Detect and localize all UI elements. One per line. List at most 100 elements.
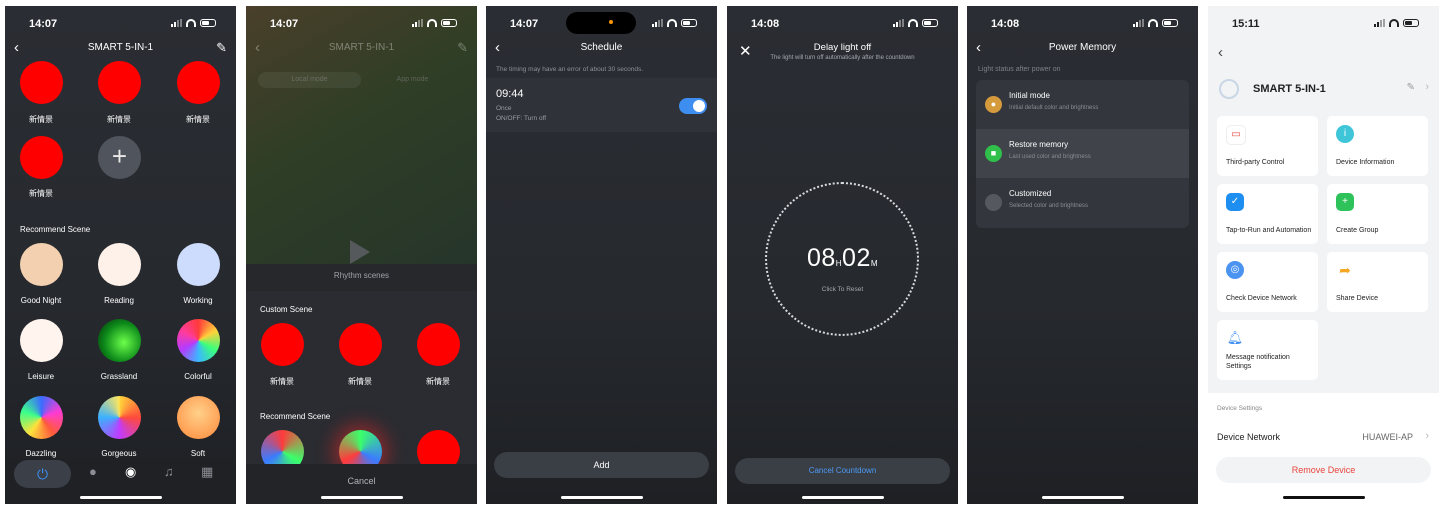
status-time: 14:07	[270, 18, 299, 30]
timing-note: The timing may have an error of about 30…	[496, 66, 644, 73]
share-device-card[interactable]: ➦ Share Device	[1327, 252, 1428, 312]
schedule-time: 09:44	[496, 88, 524, 100]
tap-to-run-card[interactable]: ✓ Tap-to-Run and Automation	[1217, 184, 1318, 244]
scene-swatch[interactable]	[177, 243, 220, 286]
page-subtitle: The light will turn off automatically af…	[770, 55, 915, 61]
scene-screen: 14:07 ‹ SMART 5-IN-1 ✎ 新情景 新情景 新情景 新情景 +…	[5, 6, 236, 504]
option-initial-mode[interactable]: ● Initial mode Initial default color and…	[976, 80, 1189, 129]
status-time: 14:07	[510, 18, 539, 30]
back-icon[interactable]: ‹	[976, 39, 981, 57]
option-customized[interactable]: Customized Selected color and brightness	[976, 178, 1189, 227]
bulb-icon[interactable]: ●	[89, 464, 97, 479]
battery-icon	[441, 19, 457, 27]
scene-label: 新情景	[426, 377, 450, 386]
message-notification-card[interactable]: 🔔︎ Message notification Settings	[1217, 320, 1318, 380]
wifi-icon	[186, 19, 196, 27]
rhythm-label: Rhythm scenes	[333, 271, 390, 280]
wifi-icon	[1389, 19, 1399, 27]
status-bar: 14:07	[246, 18, 477, 32]
scene-swatch[interactable]	[261, 323, 304, 366]
scene-label: Good Night	[20, 296, 62, 305]
section-title: Recommend Scene	[260, 412, 331, 421]
add-button[interactable]: Add	[494, 452, 709, 478]
add-scene-button[interactable]: +	[98, 136, 141, 179]
tab-app-mode[interactable]: App mode	[361, 72, 464, 88]
back-icon[interactable]: ‹	[495, 39, 500, 57]
schedule-action: ON/OFF: Turn off	[496, 115, 547, 122]
scene-swatch[interactable]	[20, 319, 63, 362]
play-icon[interactable]	[350, 240, 370, 264]
battery-icon	[1403, 19, 1419, 27]
remove-device-button[interactable]: Remove Device	[1216, 457, 1431, 483]
option-subtitle: Selected color and brightness	[1009, 203, 1089, 209]
scene-swatch[interactable]	[98, 396, 141, 439]
status-bar: 14:07	[486, 12, 717, 34]
device-information-card[interactable]: i Device Information	[1327, 116, 1428, 176]
page-title: Delay light off	[813, 42, 872, 53]
edit-icon[interactable]: ✎	[216, 38, 227, 58]
check-icon: ✓	[1226, 193, 1244, 211]
chevron-right-icon[interactable]: ›	[1425, 81, 1429, 93]
music-icon[interactable]: ♫	[164, 464, 174, 479]
scene-swatch[interactable]	[98, 61, 141, 104]
battery-icon	[200, 19, 216, 27]
status-bar: 14:07	[5, 18, 236, 32]
scene-swatch[interactable]	[417, 323, 460, 366]
option-title: Restore memory	[1009, 140, 1069, 149]
scene-label: Reading	[104, 296, 134, 305]
card-label: Check Device Network	[1226, 295, 1297, 302]
schedule-item[interactable]: 09:44 Once ON/OFF: Turn off	[486, 78, 717, 132]
third-party-control-card[interactable]: ▭ Third-party Control	[1217, 116, 1318, 176]
scene-swatch[interactable]	[20, 61, 63, 104]
check-network-card[interactable]: ◎ Check Device Network	[1217, 252, 1318, 312]
schedule-toggle[interactable]	[679, 98, 707, 114]
tab-bar: ⏻ ● ◉ ♫ ▦	[5, 456, 236, 492]
status-time: 14:07	[29, 18, 58, 30]
network-icon: ◎	[1226, 261, 1244, 279]
delay-off-screen: 14:08 ✕ Delay light off The light will t…	[727, 6, 958, 504]
scene-label: 新情景	[29, 115, 53, 124]
power-icon[interactable]: ⏻	[14, 460, 71, 488]
page-title: SMART 5-IN-1	[328, 42, 395, 53]
option-subtitle: Initial default color and brightness	[1009, 105, 1099, 111]
grid-icon[interactable]: ▦	[201, 464, 213, 480]
back-icon[interactable]: ‹	[255, 39, 260, 57]
wifi-icon	[667, 19, 677, 27]
plus-icon: +	[111, 141, 128, 171]
scene-swatch[interactable]	[177, 61, 220, 104]
option-title: Initial mode	[1009, 91, 1050, 100]
scene-label: 新情景	[107, 115, 131, 124]
scene-swatch[interactable]	[177, 319, 220, 362]
power-memory-screen: 14:08 ‹ Power Memory Light status after …	[967, 6, 1198, 504]
scene-swatch[interactable]	[177, 396, 220, 439]
edit-icon[interactable]: ✎	[457, 38, 468, 58]
row-value: HUAWEI-AP	[1362, 432, 1413, 442]
tab-local-mode[interactable]: Local mode	[258, 72, 361, 88]
palette-icon[interactable]: ◉	[125, 464, 136, 480]
status-bar: 14:08	[727, 18, 958, 32]
option-title: Customized	[1009, 189, 1052, 198]
scene-swatch[interactable]	[98, 243, 141, 286]
scene-swatch[interactable]	[339, 323, 382, 366]
device-network-row[interactable]: Device Network HUAWEI-AP ›	[1208, 424, 1439, 450]
scene-swatch[interactable]	[20, 136, 63, 179]
back-icon[interactable]: ‹	[14, 39, 19, 57]
back-icon[interactable]: ‹	[1218, 44, 1223, 61]
option-restore-memory[interactable]: ■ Restore memory Last used color and bri…	[976, 129, 1189, 178]
scene-swatch[interactable]	[20, 243, 63, 286]
scene-swatch[interactable]	[98, 319, 141, 362]
cancel-button[interactable]: Cancel	[246, 476, 477, 486]
device-settings-screen: 15:11 ‹ SMART 5-IN-1 ✎ › ▭ Third-party C…	[1208, 6, 1439, 504]
create-group-card[interactable]: + Create Group	[1327, 184, 1428, 244]
cancel-countdown-button[interactable]: Cancel Countdown	[735, 458, 950, 484]
section-title: Light status after power on	[978, 66, 1061, 73]
link-icon: ▭	[1226, 125, 1246, 145]
reset-hint[interactable]: Click To Reset	[727, 286, 958, 293]
countdown-display: 08H02M	[727, 244, 958, 273]
battery-icon	[1162, 19, 1178, 27]
page-title: Schedule	[580, 42, 623, 53]
edit-icon[interactable]: ✎	[1407, 82, 1415, 93]
scene-swatch[interactable]	[20, 396, 63, 439]
scene-label: Leisure	[27, 372, 55, 381]
rhythm-screen: 14:07 ‹ SMART 5-IN-1 ✎ Local mode App mo…	[246, 6, 477, 504]
